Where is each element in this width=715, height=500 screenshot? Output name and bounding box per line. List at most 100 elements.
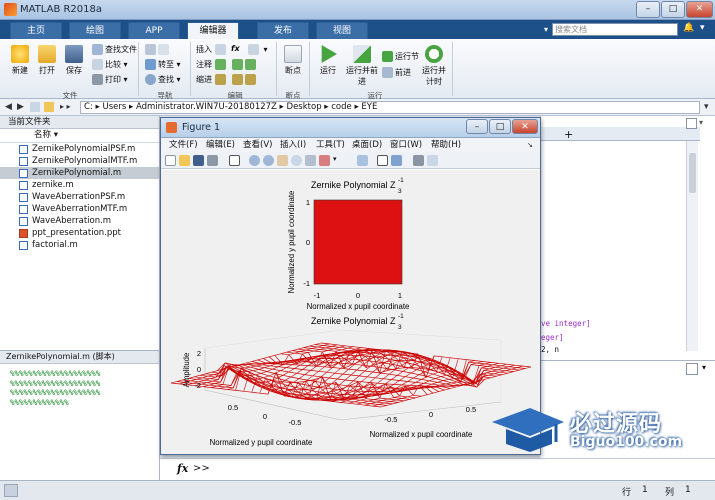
menu-help[interactable]: 帮助(H)	[431, 138, 461, 152]
back-forward-button[interactable]	[145, 44, 171, 55]
editor-scrollbar[interactable]	[686, 141, 698, 351]
new-button[interactable]: 新建	[8, 45, 32, 76]
browse-folder-icon[interactable]	[44, 102, 54, 112]
search-input[interactable]: 搜索文档	[552, 23, 678, 36]
find-files-button[interactable]: 查找文件	[92, 44, 137, 55]
file-row[interactable]: ZernikePolynomialPSF.m	[0, 143, 159, 155]
tab-view[interactable]: 视图	[316, 22, 368, 39]
print-button[interactable]: 打印 ▾	[92, 74, 128, 85]
decrease-indent-icon	[245, 74, 256, 85]
tab-home[interactable]: 主页	[10, 22, 62, 39]
tab-publish[interactable]: 发布	[257, 22, 309, 39]
m-file-icon	[19, 181, 28, 190]
menu-edit[interactable]: 编辑(E)	[206, 138, 235, 152]
advance-button[interactable]: 前进	[382, 67, 411, 78]
insert-more-button[interactable]: ▾	[248, 44, 268, 55]
print-figure-icon[interactable]	[207, 155, 218, 166]
file-row[interactable]: factorial.m	[0, 239, 159, 251]
new-tab-button[interactable]: +	[564, 128, 573, 141]
bell-icon[interactable]: 🔔	[683, 23, 695, 35]
open-file-icon[interactable]	[179, 155, 190, 166]
file-row[interactable]: ZernikePolynomialMTF.m	[0, 155, 159, 167]
forward-arrow-icon[interactable]: ▶	[17, 102, 24, 112]
top-plot-xlabel: Normalized x pupil coordinate	[307, 302, 410, 311]
minimize-button[interactable]: –	[636, 1, 660, 18]
path-dropdown-icon[interactable]: ▾	[704, 102, 709, 112]
save-figure-icon[interactable]	[193, 155, 204, 166]
run-button[interactable]: 运行	[314, 45, 342, 76]
breakpoints-button[interactable]: 断点	[280, 45, 306, 76]
cmd-close-icon[interactable]	[686, 363, 698, 375]
zoom-in-icon[interactable]	[249, 155, 260, 166]
fx-button[interactable]: fx	[231, 44, 240, 53]
zoom-out-icon[interactable]	[263, 155, 274, 166]
pan-icon[interactable]	[277, 155, 288, 166]
file-row[interactable]: WaveAberrationPSF.m	[0, 191, 159, 203]
figure-title-bar: Figure 1 – □ ✕	[161, 118, 540, 138]
cmd-menu-icon[interactable]: ▾	[702, 363, 706, 372]
bottom-ztick: 2	[197, 349, 201, 358]
run-section-button[interactable]: 运行节	[382, 51, 419, 62]
run-icon	[321, 45, 337, 63]
link-plot-icon[interactable]	[357, 155, 368, 166]
tab-editor[interactable]: 编辑器	[187, 22, 239, 40]
rotate-3d-icon[interactable]	[291, 155, 302, 166]
close-button[interactable]: ✕	[686, 1, 713, 18]
panel-menu-icon[interactable]: ▾	[699, 118, 710, 129]
ppt-file-icon	[19, 229, 28, 238]
fx-icon[interactable]: fx	[177, 462, 188, 475]
figure-close-button[interactable]: ✕	[512, 119, 538, 134]
file-row[interactable]: zernike.m	[0, 179, 159, 191]
goto-button[interactable]: 转至 ▾	[145, 59, 181, 70]
new-figure-icon[interactable]	[165, 155, 176, 166]
up-folder-icon[interactable]	[30, 102, 40, 112]
menu-tools[interactable]: 工具(T)	[316, 138, 345, 152]
status-icon[interactable]	[4, 484, 18, 497]
name-column-header[interactable]: 名称 ▾	[0, 129, 159, 143]
hide-plot-tools-icon[interactable]	[413, 155, 424, 166]
col-value: 1	[685, 485, 691, 495]
indent-more-button[interactable]	[232, 74, 258, 85]
menu-insert[interactable]: 插入(I)	[280, 138, 306, 152]
file-row[interactable]: ppt_presentation.ppt	[0, 227, 159, 239]
show-plot-tools-icon[interactable]	[427, 155, 438, 166]
compare-icon	[92, 59, 103, 70]
legend-icon[interactable]	[391, 155, 402, 166]
open-button[interactable]: 打开	[35, 45, 59, 76]
indent-button[interactable]: 缩进	[196, 74, 228, 85]
search-dropdown-icon[interactable]: ▾	[540, 23, 552, 36]
comment-button[interactable]: 注释	[196, 59, 228, 70]
menu-file[interactable]: 文件(F)	[169, 138, 198, 152]
file-name: WaveAberration.m	[32, 216, 112, 226]
colorbar-icon[interactable]	[377, 155, 388, 166]
data-cursor-icon[interactable]	[305, 155, 316, 166]
find-button[interactable]: 查找 ▾	[145, 74, 181, 85]
account-icon[interactable]: ▾	[700, 23, 712, 35]
back-arrow-icon[interactable]: ◀	[5, 102, 12, 112]
brush-dropdown-icon[interactable]: ▾	[333, 155, 344, 166]
insert-button[interactable]: 插入	[196, 44, 228, 55]
uncomment-button[interactable]	[232, 59, 258, 70]
file-row[interactable]: WaveAberration.m	[0, 215, 159, 227]
save-button[interactable]: 保存	[62, 45, 86, 76]
figure-maximize-button[interactable]: □	[489, 119, 511, 134]
tab-apps[interactable]: APP	[128, 22, 180, 39]
maximize-button[interactable]: □	[661, 1, 685, 18]
menu-view[interactable]: 查看(V)	[243, 138, 272, 152]
menu-window[interactable]: 窗口(W)	[390, 138, 422, 152]
run-and-time-button[interactable]: 运行并计时	[420, 45, 448, 87]
menu-desktop[interactable]: 桌面(D)	[352, 138, 382, 152]
edit-plot-icon[interactable]	[229, 155, 240, 166]
command-input-area[interactable]: fx >>	[160, 458, 715, 480]
current-path[interactable]: C: ▸ Users ▸ Administrator.WIN7U-2018012…	[80, 101, 700, 114]
compare-button[interactable]: 比较 ▾	[92, 59, 128, 70]
file-row[interactable]: WaveAberrationMTF.m	[0, 203, 159, 215]
tab-plots[interactable]: 绘图	[69, 22, 121, 39]
file-row[interactable]: ZernikePolynomial.m	[0, 167, 159, 179]
brush-icon[interactable]	[319, 155, 330, 166]
figure-minimize-button[interactable]: –	[466, 119, 488, 134]
run-and-advance-button[interactable]: 运行并前进	[346, 45, 378, 87]
scroll-thumb[interactable]	[689, 153, 696, 193]
panel-close-icon[interactable]	[686, 118, 697, 129]
menu-dock-icon[interactable]: ↘	[527, 138, 533, 152]
